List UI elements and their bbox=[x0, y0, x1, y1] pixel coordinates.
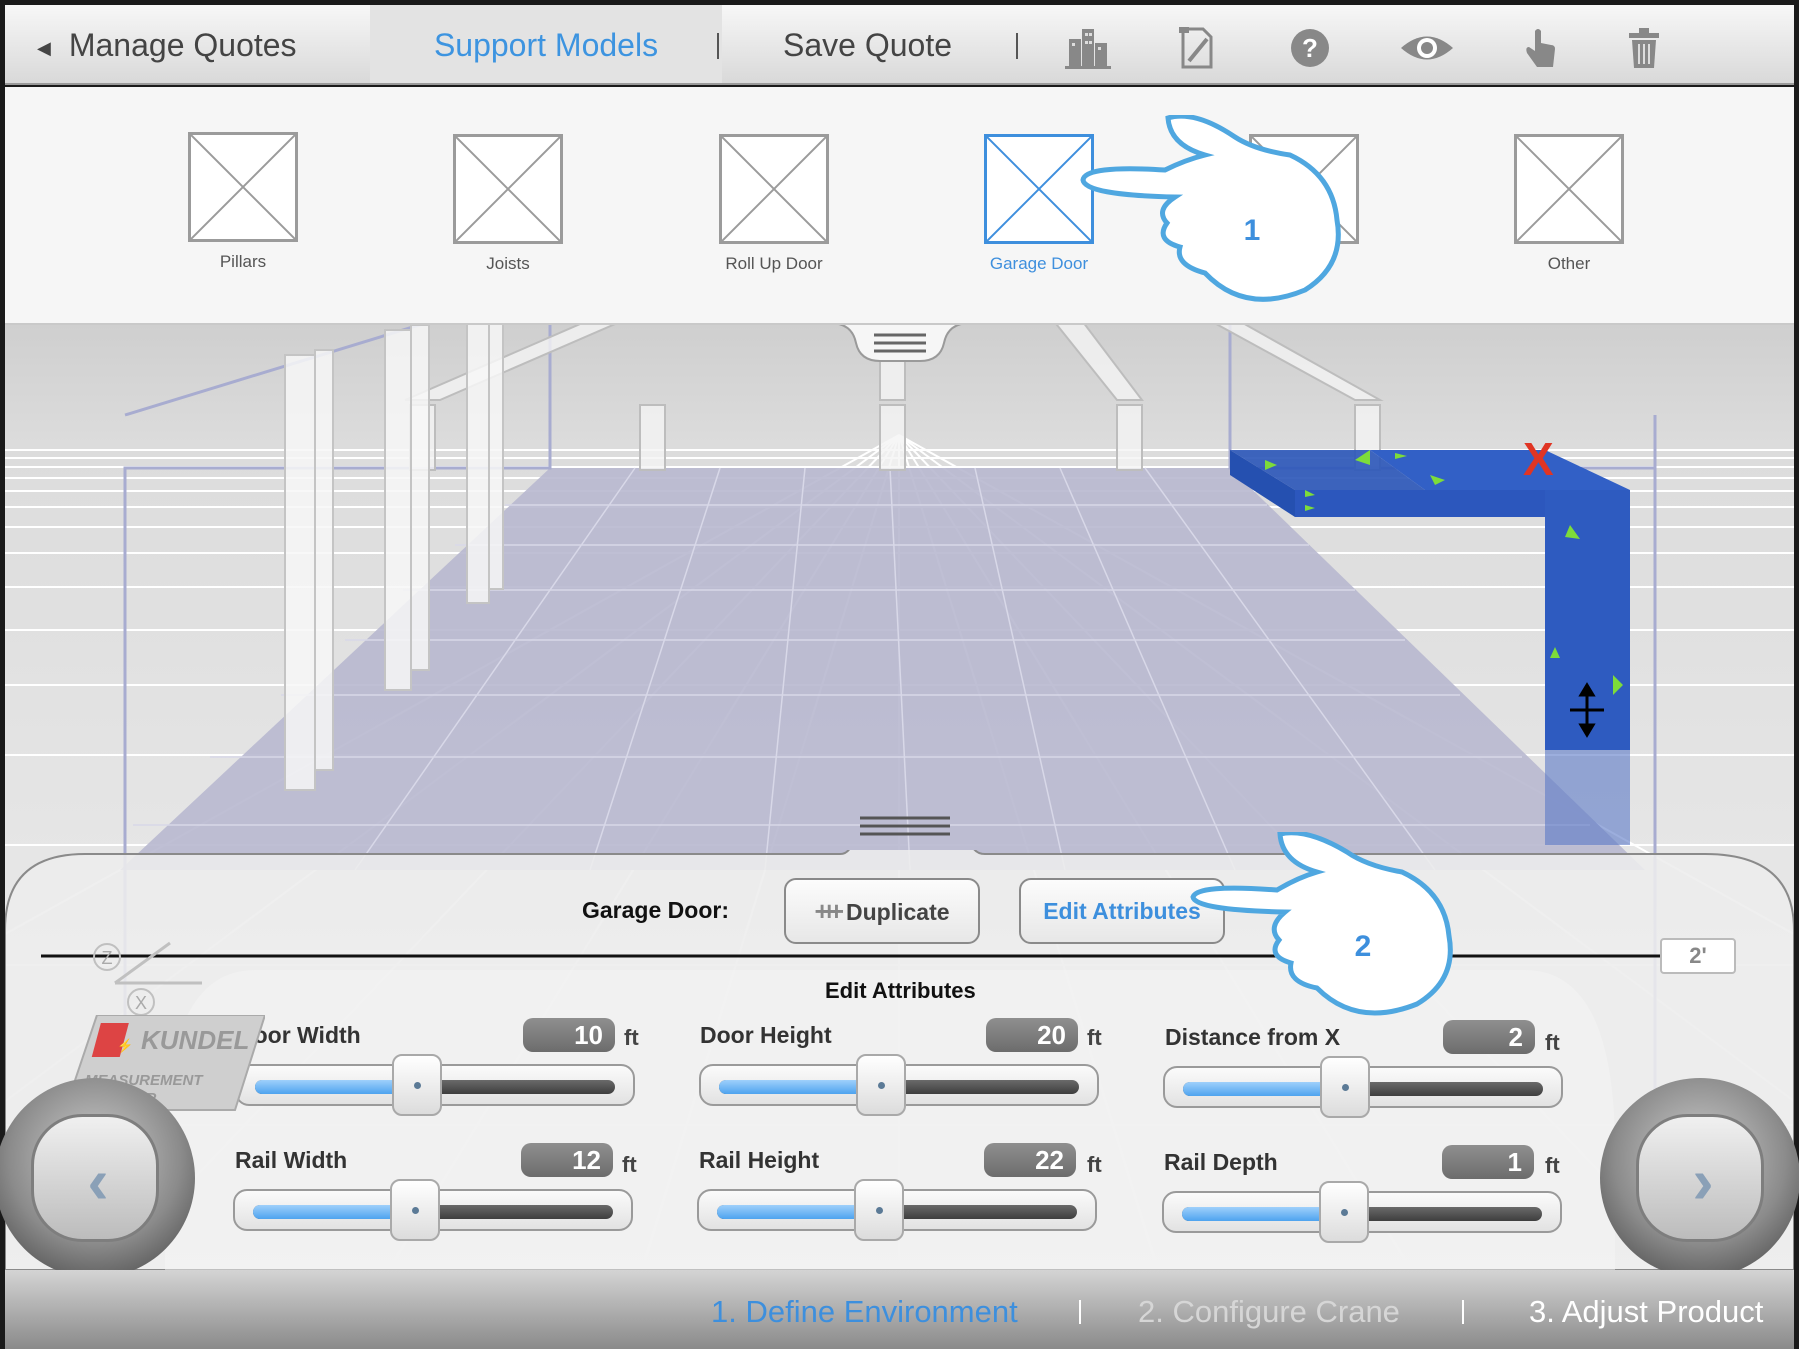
save-quote-label: Save Quote bbox=[783, 27, 952, 63]
distance-from-x-slider[interactable] bbox=[1163, 1056, 1563, 1118]
palette-item-other[interactable]: Other bbox=[1499, 134, 1639, 274]
palette-drawer-handle[interactable] bbox=[830, 323, 970, 365]
edit-attributes-label: Edit Attributes bbox=[1043, 898, 1201, 924]
step-define-environment[interactable]: 1. Define Environment bbox=[711, 1270, 1018, 1349]
distance-from-x-unit: ft bbox=[1545, 1030, 1560, 1055]
selected-object-label: Garage Door: bbox=[582, 897, 729, 923]
previous-button[interactable]: ‹ bbox=[0, 1078, 195, 1278]
slider-thumb[interactable] bbox=[392, 1054, 442, 1116]
svg-text:⚡: ⚡ bbox=[117, 1038, 133, 1054]
callout-hand-1: 1 bbox=[1080, 115, 1341, 302]
scale-indicator: 2' bbox=[1660, 938, 1736, 974]
buildings-icon[interactable] bbox=[1065, 25, 1111, 71]
rail-height-unit: ft bbox=[1087, 1152, 1102, 1177]
chevron-right-icon: › bbox=[1692, 1145, 1714, 1217]
document-ruler-icon[interactable] bbox=[1173, 25, 1219, 71]
door-width-value[interactable]: 10 bbox=[523, 1018, 615, 1052]
palette-item-roll-up-door[interactable]: Roll Up Door bbox=[704, 134, 844, 274]
top-toolbar: ◀ Manage Quotes Support Models Save Quote… bbox=[5, 5, 1794, 85]
attribute-panel: Garage Door: +++ Duplicate Edit Attribute… bbox=[5, 816, 1794, 1270]
distance-from-x-label: Distance from X bbox=[1165, 1024, 1341, 1050]
workflow-steps-bar: 1. Define Environment 2. Configure Crane… bbox=[5, 1270, 1794, 1349]
palette-label: Roll Up Door bbox=[725, 254, 823, 273]
rail-height-label: Rail Height bbox=[699, 1147, 820, 1173]
manage-quotes-label: Manage Quotes bbox=[68, 27, 297, 63]
rail-height-slider[interactable] bbox=[697, 1179, 1097, 1241]
slider-thumb[interactable] bbox=[854, 1179, 904, 1241]
edit-attributes-title: Edit Attributes bbox=[825, 978, 976, 1003]
manage-quotes-button[interactable]: ◀ Manage Quotes bbox=[37, 5, 297, 83]
slider-thumb[interactable] bbox=[1319, 1181, 1369, 1243]
palette-item-pillars[interactable]: Pillars bbox=[173, 132, 313, 272]
palette-label: Other bbox=[1547, 254, 1591, 273]
svg-text:?: ? bbox=[1302, 33, 1318, 63]
roll-up-door-thumbnail-icon bbox=[719, 134, 829, 244]
help-icon[interactable]: ? bbox=[1287, 25, 1333, 71]
support-models-tab[interactable]: Support Models bbox=[370, 5, 722, 83]
slider-thumb[interactable] bbox=[1320, 1056, 1370, 1118]
step-configure-crane[interactable]: 2. Configure Crane bbox=[1138, 1270, 1400, 1349]
pillars-thumbnail-icon bbox=[188, 132, 298, 242]
rail-depth-slider[interactable] bbox=[1162, 1181, 1562, 1243]
door-height-label: Door Height bbox=[700, 1022, 832, 1048]
duplicate-label: Duplicate bbox=[846, 899, 950, 925]
save-quote-button[interactable]: Save Quote bbox=[783, 5, 952, 83]
rail-depth-unit: ft bbox=[1545, 1153, 1560, 1178]
rail-width-unit: ft bbox=[622, 1152, 637, 1177]
duplicate-icon: +++ bbox=[814, 896, 843, 926]
support-model-palette: Pillars Joists Roll Up Door Garage Door bbox=[5, 87, 1794, 325]
rail-width-value[interactable]: 12 bbox=[521, 1143, 613, 1177]
support-models-label: Support Models bbox=[433, 27, 659, 63]
next-button[interactable]: › bbox=[1600, 1078, 1799, 1278]
rail-depth-label: Rail Depth bbox=[1164, 1149, 1278, 1175]
door-height-value[interactable]: 20 bbox=[986, 1018, 1078, 1052]
chevron-left-icon: ‹ bbox=[87, 1145, 109, 1217]
panel-drawer-handle[interactable] bbox=[840, 808, 970, 848]
other-thumbnail-icon bbox=[1514, 134, 1624, 244]
eye-icon[interactable] bbox=[1399, 25, 1455, 71]
duplicate-button[interactable]: +++ Duplicate bbox=[784, 878, 980, 944]
palette-label: Joists bbox=[486, 254, 530, 273]
rail-depth-value[interactable]: 1 bbox=[1442, 1145, 1534, 1179]
palette-item-joists[interactable]: Joists bbox=[438, 134, 578, 274]
door-width-slider[interactable] bbox=[235, 1054, 635, 1116]
slider-thumb[interactable] bbox=[856, 1054, 906, 1116]
step-separator bbox=[1079, 1300, 1081, 1324]
rail-width-label: Rail Width bbox=[235, 1147, 348, 1173]
axis-x-label: X bbox=[135, 993, 147, 1013]
axis-z-label: Z bbox=[102, 948, 113, 968]
trash-icon[interactable] bbox=[1621, 25, 1667, 71]
door-width-unit: ft bbox=[624, 1025, 639, 1050]
toolbar-separator bbox=[717, 33, 719, 59]
back-arrow-icon: ◀ bbox=[37, 37, 51, 58]
callout-hand-2: 2 bbox=[1190, 832, 1453, 1016]
callout-number-1: 1 bbox=[1244, 214, 1261, 247]
logo-wordmark: KUNDEL bbox=[141, 1025, 249, 1055]
rail-width-slider[interactable] bbox=[233, 1179, 633, 1241]
toolbar-separator bbox=[1016, 33, 1018, 59]
door-height-unit: ft bbox=[1087, 1025, 1102, 1050]
step-separator bbox=[1462, 1300, 1464, 1324]
palette-label: Pillars bbox=[219, 252, 267, 271]
app-frame: X ◀ Manage Quotes Support Models Save Qu… bbox=[0, 0, 1799, 1349]
joists-thumbnail-icon bbox=[453, 134, 563, 244]
door-height-slider[interactable] bbox=[699, 1054, 1099, 1116]
slider-thumb[interactable] bbox=[390, 1179, 440, 1241]
callout-number-2: 2 bbox=[1355, 930, 1372, 963]
axis-indicator: Z X bbox=[93, 941, 202, 1015]
rail-height-value[interactable]: 22 bbox=[984, 1143, 1076, 1177]
remove-mark[interactable]: X bbox=[1523, 433, 1554, 485]
step-adjust-product[interactable]: 3. Adjust Product bbox=[1529, 1270, 1763, 1349]
touch-icon[interactable] bbox=[1517, 25, 1563, 71]
